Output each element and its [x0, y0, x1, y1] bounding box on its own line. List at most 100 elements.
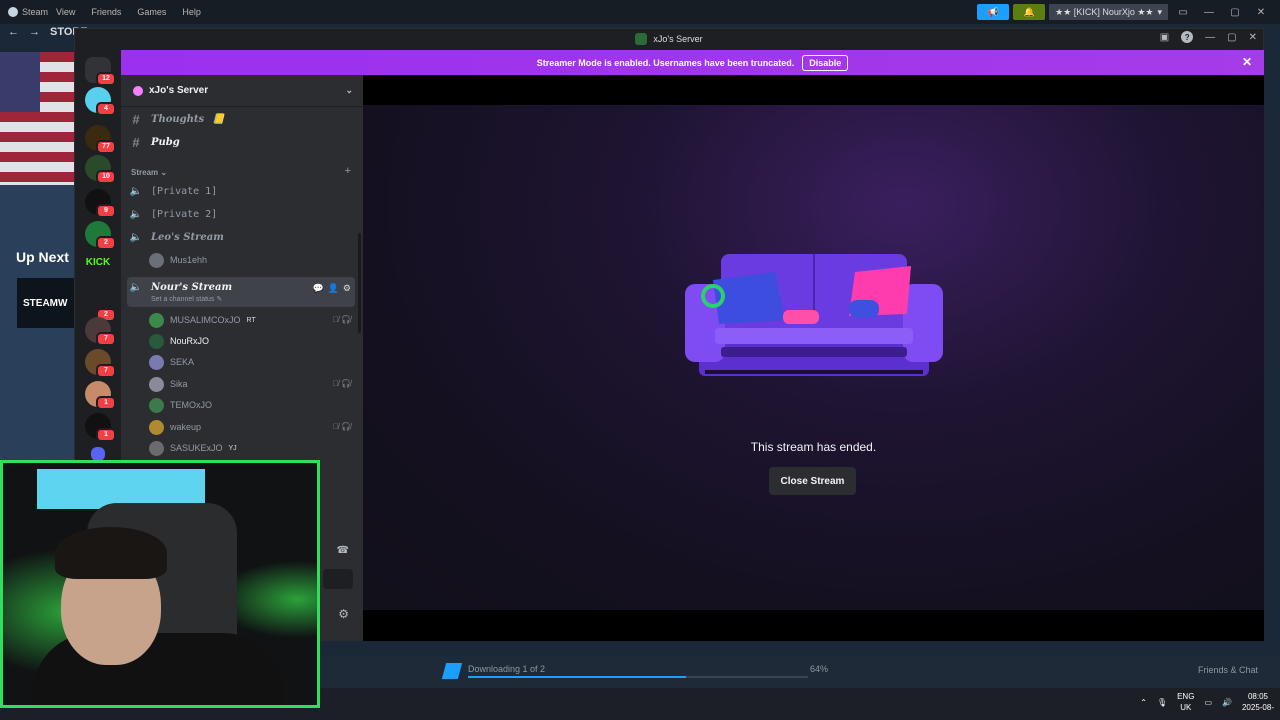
voice-user[interactable]: MUSALIMCOxJO RT	[149, 310, 256, 330]
invite-icon[interactable]: 👤	[328, 283, 339, 294]
voice-user[interactable]: wakeup	[149, 417, 201, 437]
steam-menu-games[interactable]: Games	[129, 7, 174, 17]
scrollbar[interactable]	[358, 233, 361, 333]
server-icon[interactable]: 77	[85, 125, 116, 154]
server-icon[interactable]: 2	[85, 221, 116, 250]
microphone-icon[interactable]: 🎙	[1157, 698, 1167, 707]
channel-label: Nour's Stream	[151, 281, 233, 293]
category-label: Stream	[131, 168, 159, 177]
server-name: xJo's Server	[149, 85, 209, 96]
server-icon[interactable]: 7	[85, 317, 116, 346]
discord-home-icon[interactable]: 12	[85, 57, 116, 86]
channel-actions: 💬 👤 ⚙	[312, 283, 351, 294]
folder-icon[interactable]	[91, 447, 105, 461]
chevron-down-icon[interactable]: ⌄	[345, 85, 353, 96]
clock[interactable]: 08:05 2025-08-	[1242, 691, 1274, 713]
channel-private-2[interactable]: 🔈 [Private 2]	[129, 204, 217, 224]
activity-button[interactable]	[323, 569, 353, 589]
steam-menu-label: Steam	[22, 7, 49, 17]
help-icon[interactable]: ?	[1181, 31, 1194, 43]
voice-user[interactable]: SEKA	[149, 352, 194, 372]
close-icon[interactable]: ✕	[1242, 55, 1252, 69]
minimize-icon[interactable]: —	[1205, 32, 1215, 43]
user-name: MUSALIMCOxJO	[170, 315, 241, 325]
add-channel-icon[interactable]: +	[345, 165, 351, 177]
kick-server-icon[interactable]: KICK	[84, 257, 112, 268]
avatar	[149, 354, 164, 370]
server-icon[interactable]: 1	[85, 413, 116, 442]
server-icon[interactable]: 1	[85, 381, 116, 410]
language-indicator[interactable]: ENG UK	[1177, 691, 1194, 713]
steam-user-menu[interactable]: ★★ [KICK] NourXjo ★★ ▾	[1049, 4, 1168, 20]
disconnect-icon[interactable]: ☎	[337, 545, 349, 556]
close-icon[interactable]: ✕	[1249, 32, 1257, 43]
steam-menu-steam[interactable]: Steam	[0, 7, 48, 17]
server-icon[interactable]: 10	[85, 155, 116, 184]
close-stream-button[interactable]: Close Stream	[769, 467, 856, 495]
server-icon[interactable]: 2	[85, 293, 116, 322]
mention-badge: 9	[96, 204, 116, 218]
friends-chat-button[interactable]: Friends & Chat	[1198, 665, 1258, 675]
download-status[interactable]: Downloading 1 of 2	[468, 664, 545, 674]
big-picture-icon[interactable]: ▭	[1172, 7, 1194, 18]
voice-user[interactable]: NouRxJO	[149, 331, 209, 351]
user-name: Sika	[170, 379, 188, 389]
steam-menu-help[interactable]: Help	[174, 7, 209, 17]
channel-private-1[interactable]: 🔈 [Private 1]	[129, 181, 217, 201]
voice-channel-icon: 🔈	[129, 208, 143, 220]
voice-user[interactable]: SASUKExJO YJ	[149, 438, 237, 458]
maximize-icon[interactable]: ▢	[1227, 32, 1236, 43]
disable-button[interactable]: Disable	[802, 54, 849, 71]
webcam-overlay	[0, 460, 320, 708]
mention-badge: 1	[96, 396, 116, 410]
voice-user[interactable]: TEMOxJO	[149, 395, 212, 415]
voice-channel-icon: 🔈	[129, 231, 143, 243]
muted-deafened-icon: 🎙̸ 🎧̸	[332, 315, 351, 324]
banner-text: Streamer Mode is enabled. Usernames have…	[536, 57, 795, 68]
maximize-icon[interactable]: ▢	[1224, 7, 1246, 18]
chevron-up-icon[interactable]: ⌃	[1140, 698, 1147, 707]
close-icon[interactable]: ✕	[1250, 7, 1272, 18]
user-name: SASUKExJO	[170, 443, 223, 453]
steamwb-thumbnail[interactable]: STEAMW	[17, 278, 75, 328]
voice-user[interactable]: Mus1ehh	[149, 250, 207, 270]
steam-menu-view[interactable]: View	[48, 7, 83, 17]
mention-badge: 7	[96, 332, 116, 346]
channel-leos-stream[interactable]: 🔈 Leo's Stream	[129, 227, 224, 247]
user-name: NouRxJO	[170, 336, 210, 346]
steam-menu-friends[interactable]: Friends	[83, 7, 129, 17]
mention-badge: 1	[96, 428, 116, 442]
avatar	[149, 312, 164, 328]
display-icon[interactable]: ▭	[1204, 698, 1212, 707]
mention-badge: 10	[96, 170, 116, 184]
voice-user[interactable]: Sika	[149, 374, 188, 394]
megaphone-icon: 📢	[987, 6, 999, 17]
back-icon[interactable]: ←	[8, 26, 19, 38]
avatar	[149, 419, 164, 435]
channel-label: Thoughts	[151, 113, 205, 125]
gear-icon[interactable]: ⚙	[343, 283, 351, 294]
announcements-button[interactable]: 📢	[977, 4, 1010, 20]
server-icon[interactable]: 7	[85, 349, 116, 378]
server-icon[interactable]: 9	[85, 189, 116, 218]
mention-badge: 77	[96, 140, 116, 154]
chat-icon[interactable]: 💬	[312, 283, 323, 294]
channel-pubg[interactable]: # Pubg	[129, 132, 179, 152]
volume-icon[interactable]: 🔊	[1222, 698, 1232, 707]
channel-thoughts[interactable]: # Thoughts 📒	[129, 109, 224, 129]
category-stream[interactable]: Stream ⌄	[131, 168, 167, 177]
notifications-button[interactable]: 🔔	[1013, 4, 1046, 20]
forward-icon[interactable]: →	[29, 26, 40, 38]
avatar	[149, 376, 164, 392]
user-name: SEKA	[170, 357, 195, 367]
gear-icon[interactable]: ⚙	[338, 607, 349, 621]
server-icon[interactable]: 4	[85, 87, 116, 116]
server-header[interactable]: xJo's Server ⌄	[121, 75, 363, 107]
minimize-icon[interactable]: —	[1198, 7, 1220, 18]
window-title: xJo's Server	[653, 34, 703, 44]
voice-channel-icon: 🔈	[129, 281, 143, 293]
streamer-mode-banner: Streamer Mode is enabled. Usernames have…	[121, 50, 1264, 75]
screen-share-icon[interactable]: ▣	[1160, 32, 1169, 43]
set-channel-status[interactable]: Set a channel status ✎	[151, 295, 222, 303]
channel-nours-stream[interactable]: 🔈 Nour's Stream	[129, 277, 232, 297]
